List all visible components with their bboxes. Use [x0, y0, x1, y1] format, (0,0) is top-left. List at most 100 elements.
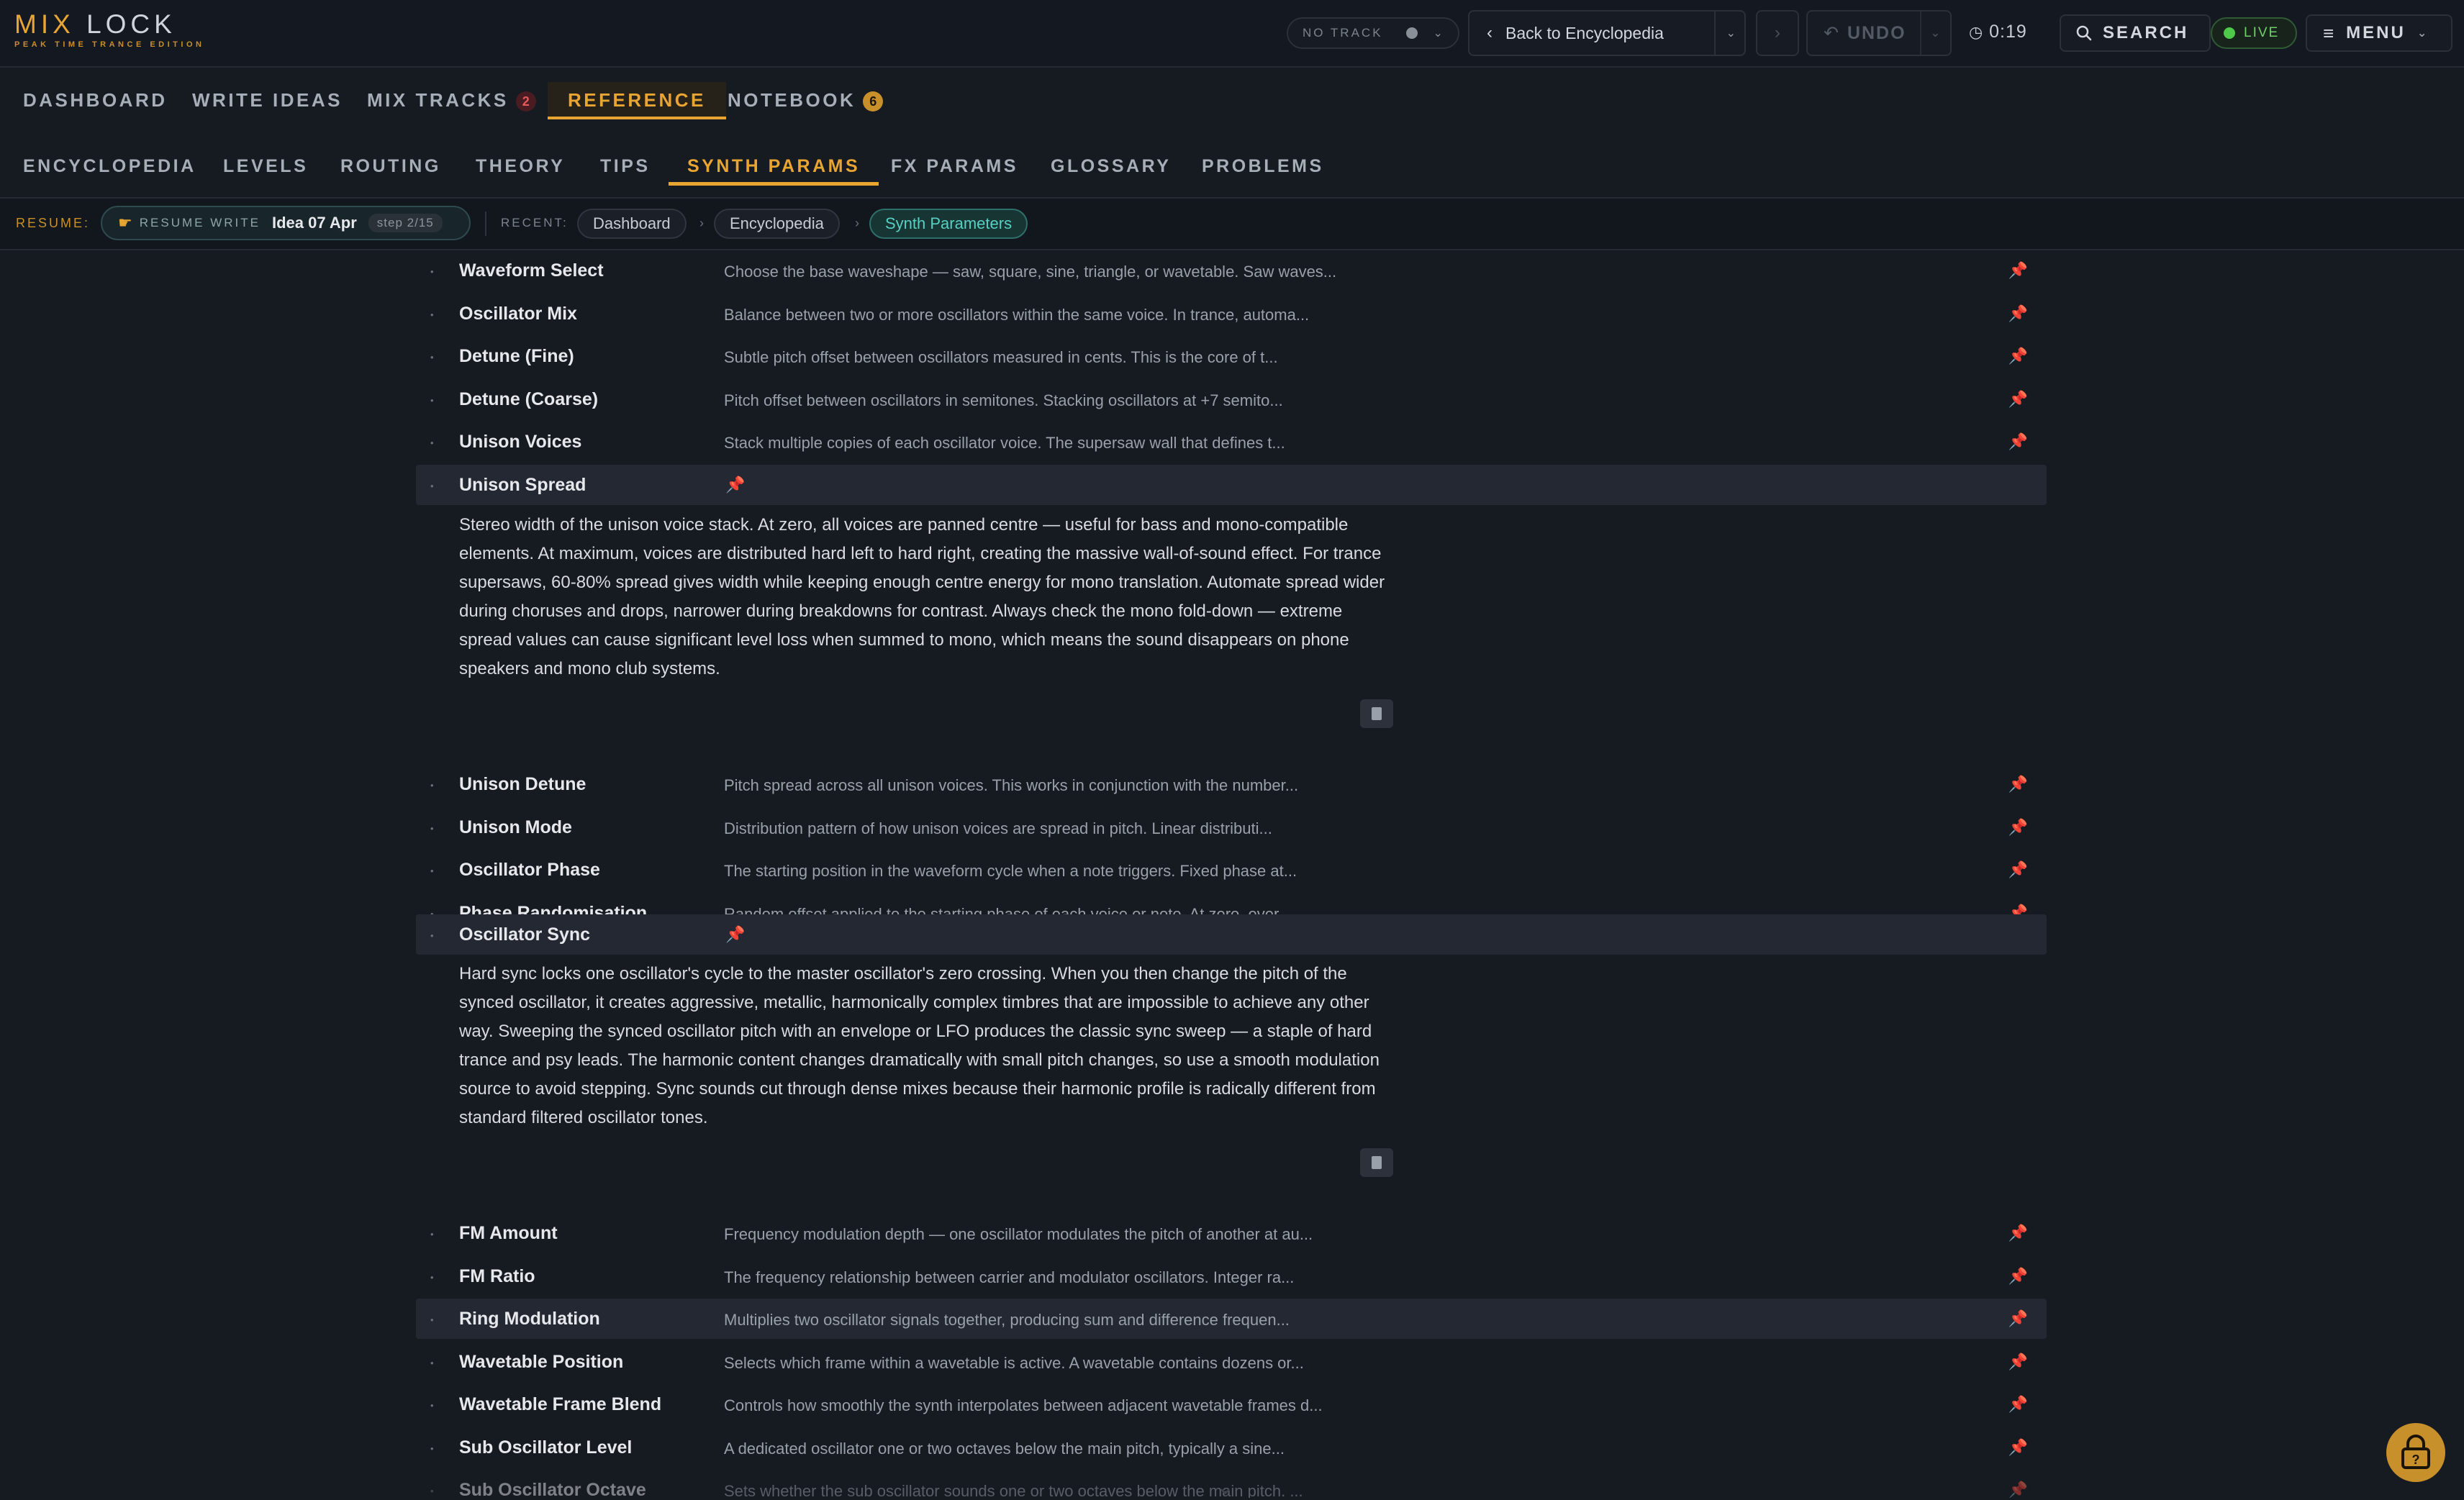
subtab-fx-params[interactable]: FX PARAMS: [891, 154, 1018, 183]
list-item-expanded[interactable]: • Oscillator Sync 📌: [416, 914, 2047, 955]
param-name: FM Amount: [459, 1223, 558, 1243]
list-item[interactable]: • Oscillator Phase The starting position…: [416, 850, 2047, 890]
param-desc: Selects which frame within a wavetable i…: [724, 1354, 1304, 1372]
list-item[interactable]: • Wavetable Position Selects which frame…: [416, 1342, 2047, 1382]
pin-icon[interactable]: 📌: [725, 476, 745, 494]
tab-mix-tracks[interactable]: MIX TRACKS 2: [367, 82, 536, 119]
param-desc: Multiplies two oscillator signals togeth…: [724, 1311, 1290, 1329]
undo-button[interactable]: ↶ UNDO ⌄: [1806, 10, 1952, 56]
search-icon: [2076, 25, 2092, 41]
pin-icon[interactable]: 📌: [2008, 1481, 2028, 1498]
param-full-description: Hard sync locks one oscillator's cycle t…: [459, 964, 1380, 1127]
session-timer: ◷ 0:19: [1969, 22, 2027, 42]
undo-icon: ↶: [1824, 23, 1840, 43]
pin-icon[interactable]: 📌: [2008, 347, 2028, 365]
param-name: Oscillator Phase: [459, 860, 600, 880]
pin-icon[interactable]: 📌: [2008, 1224, 2028, 1242]
param-name: Unison Spread: [459, 475, 586, 495]
pin-icon[interactable]: 📌: [2008, 1309, 2028, 1328]
list-item[interactable]: • Sub Oscillator Level A dedicated oscil…: [416, 1427, 2047, 1468]
list-item[interactable]: • FM Ratio The frequency relationship be…: [416, 1256, 2047, 1296]
app-logo[interactable]: MIX LOCK PEAK TIME TRANCE EDITION: [14, 9, 205, 50]
param-name: Detune (Coarse): [459, 389, 599, 409]
search-button[interactable]: SEARCH: [2060, 14, 2211, 52]
param-name: Sub Oscillator Octave: [459, 1480, 646, 1498]
app-title: MIX LOCK: [14, 9, 176, 39]
back-to-encyclopedia-button[interactable]: ‹ Back to Encyclopedia ⌄: [1468, 10, 1746, 56]
resume-step: step 2/15: [368, 214, 443, 232]
list-item-hovered[interactable]: • Ring Modulation Multiplies two oscilla…: [416, 1299, 2047, 1339]
chevron-right-icon: ›: [1775, 23, 1780, 42]
history-dropdown-icon[interactable]: ⌄: [1726, 26, 1736, 40]
track-selector[interactable]: NO TRACK ⌄: [1287, 17, 1459, 49]
param-desc: Subtle pitch offset between oscillators …: [724, 348, 1278, 366]
subtab-synth-params[interactable]: SYNTH PARAMS: [669, 151, 879, 186]
pin-icon[interactable]: 📌: [2008, 1438, 2028, 1457]
param-name: Unison Detune: [459, 774, 586, 794]
undo-dropdown-icon[interactable]: ⌄: [1931, 26, 1942, 40]
secondary-nav: ENCYCLOPEDIA LEVELS ROUTING THEORY TIPS …: [0, 137, 2464, 199]
subtab-theory[interactable]: THEORY: [476, 154, 565, 183]
subtab-problems[interactable]: PROBLEMS: [1202, 154, 1324, 183]
pin-icon[interactable]: 📌: [2008, 390, 2028, 409]
tab-notebook[interactable]: NOTEBOOK 6: [728, 82, 884, 119]
param-name: Oscillator Mix: [459, 304, 577, 324]
list-item[interactable]: • Unison Voices Stack multiple copies of…: [416, 422, 2047, 462]
pin-icon[interactable]: 📌: [2008, 432, 2028, 451]
list-item[interactable]: • Wavetable Frame Blend Controls how smo…: [416, 1384, 2047, 1424]
param-desc: The starting position in the waveform cy…: [724, 862, 1297, 880]
chevron-left-icon: ‹: [1487, 23, 1493, 42]
list-item[interactable]: • Unison Mode Distribution pattern of ho…: [416, 807, 2047, 847]
param-desc: Frequency modulation depth — one oscilla…: [724, 1225, 1313, 1243]
list-item[interactable]: • FM Amount Frequency modulation depth —…: [416, 1213, 2047, 1253]
subtab-levels[interactable]: LEVELS: [223, 154, 308, 183]
notebook-count-badge: 6: [863, 91, 884, 112]
pin-icon[interactable]: 📌: [725, 925, 745, 944]
forward-button[interactable]: ›: [1756, 10, 1799, 56]
tab-dashboard[interactable]: DASHBOARD: [23, 82, 168, 119]
recent-synth-parameters[interactable]: Synth Parameters: [869, 209, 1028, 239]
scroll-down-icon[interactable]: ⌄: [1216, 1475, 1234, 1500]
list-item[interactable]: • Waveform Select Choose the base wavesh…: [416, 250, 2047, 291]
tab-write-ideas[interactable]: WRITE IDEAS: [192, 82, 343, 119]
param-desc: Choose the base waveshape — saw, square,…: [724, 263, 1337, 281]
list-item[interactable]: • Detune (Fine) Subtle pitch offset betw…: [416, 336, 2047, 376]
param-full-description: Stereo width of the unison voice stack. …: [459, 515, 1385, 678]
padlock-icon: ?: [2401, 1435, 2430, 1469]
param-name: Sub Oscillator Level: [459, 1437, 633, 1458]
copy-button[interactable]: [1360, 1148, 1393, 1177]
primary-nav: DASHBOARD WRITE IDEAS MIX TRACKS 2 REFERE…: [0, 68, 2464, 135]
param-desc: Controls how smoothly the synth interpol…: [724, 1396, 1323, 1414]
list-item[interactable]: • Oscillator Mix Balance between two or …: [416, 294, 2047, 334]
pin-icon[interactable]: 📌: [2008, 304, 2028, 323]
pin-icon[interactable]: 📌: [2008, 1395, 2028, 1414]
copy-button[interactable]: [1360, 699, 1393, 728]
lock-help-icon[interactable]: ?: [2386, 1423, 2445, 1482]
pin-icon[interactable]: 📌: [2008, 1353, 2028, 1371]
menu-button[interactable]: ≡ MENU ⌄: [2306, 14, 2452, 52]
subtab-encyclopedia[interactable]: ENCYCLOPEDIA: [23, 154, 196, 183]
subtab-tips[interactable]: TIPS: [600, 154, 651, 183]
pin-icon[interactable]: 📌: [2008, 860, 2028, 879]
list-item[interactable]: • Detune (Coarse) Pitch offset between o…: [416, 379, 2047, 419]
param-desc: Pitch spread across all unison voices. T…: [724, 776, 1299, 794]
pin-icon[interactable]: 📌: [2008, 1267, 2028, 1286]
list-item-expanded[interactable]: • Unison Spread 📌: [416, 465, 2047, 505]
recent-encyclopedia[interactable]: Encyclopedia: [714, 209, 840, 239]
top-bar: MIX LOCK PEAK TIME TRANCE EDITION NO TRA…: [0, 0, 2464, 68]
tab-reference[interactable]: REFERENCE: [548, 82, 726, 119]
subtab-routing[interactable]: ROUTING: [340, 154, 441, 183]
param-name: Wavetable Frame Blend: [459, 1394, 662, 1414]
param-name: Oscillator Sync: [459, 924, 591, 945]
pin-icon[interactable]: 📌: [2008, 261, 2028, 280]
live-indicator[interactable]: LIVE: [2211, 17, 2297, 49]
list-item[interactable]: • Unison Detune Pitch spread across all …: [416, 764, 2047, 804]
app-subtitle: PEAK TIME TRANCE EDITION: [14, 40, 205, 49]
pin-icon[interactable]: 📌: [2008, 818, 2028, 837]
copy-icon: [1372, 1156, 1382, 1169]
subtab-glossary[interactable]: GLOSSARY: [1051, 154, 1171, 183]
recent-dashboard[interactable]: Dashboard: [577, 209, 687, 239]
undo-label: UNDO: [1847, 22, 1906, 43]
resume-write-button[interactable]: ☛ RESUME WRITE Idea 07 Apr step 2/15: [101, 206, 471, 240]
pin-icon[interactable]: 📌: [2008, 775, 2028, 794]
